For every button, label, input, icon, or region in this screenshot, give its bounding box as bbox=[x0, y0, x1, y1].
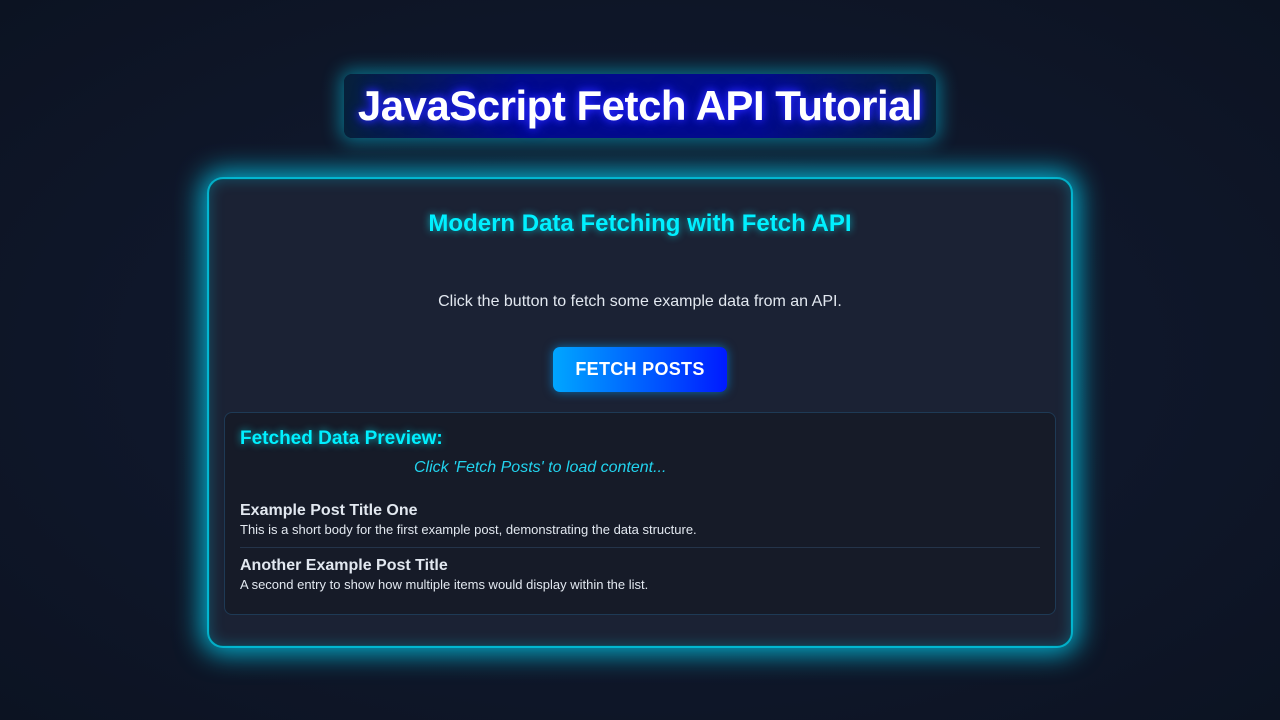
data-preview-panel: Fetched Data Preview: Click 'Fetch Posts… bbox=[224, 412, 1056, 615]
page-title-banner: JavaScript Fetch API Tutorial bbox=[344, 74, 936, 138]
main-card: Modern Data Fetching with Fetch API Clic… bbox=[209, 179, 1071, 646]
post-body: A second entry to show how multiple item… bbox=[240, 577, 649, 592]
card-heading: Modern Data Fetching with Fetch API bbox=[428, 210, 852, 237]
post-list: Example Post Title One This is a short b… bbox=[240, 501, 1040, 602]
post-body: This is a short body for the first examp… bbox=[240, 522, 697, 537]
preview-title: Fetched Data Preview: bbox=[240, 428, 443, 449]
page-title: JavaScript Fetch API Tutorial bbox=[357, 82, 923, 129]
fetch-posts-button[interactable]: FETCH POSTS bbox=[553, 347, 727, 392]
post-title: Another Example Post Title bbox=[240, 557, 448, 574]
post-title: Example Post Title One bbox=[240, 502, 418, 519]
list-item: Another Example Post Title A second entr… bbox=[240, 547, 1040, 602]
card-description: Click the button to fetch some example d… bbox=[438, 293, 842, 310]
list-item: Example Post Title One This is a short b… bbox=[240, 501, 1040, 547]
preview-hint: Click 'Fetch Posts' to load content... bbox=[414, 459, 667, 476]
